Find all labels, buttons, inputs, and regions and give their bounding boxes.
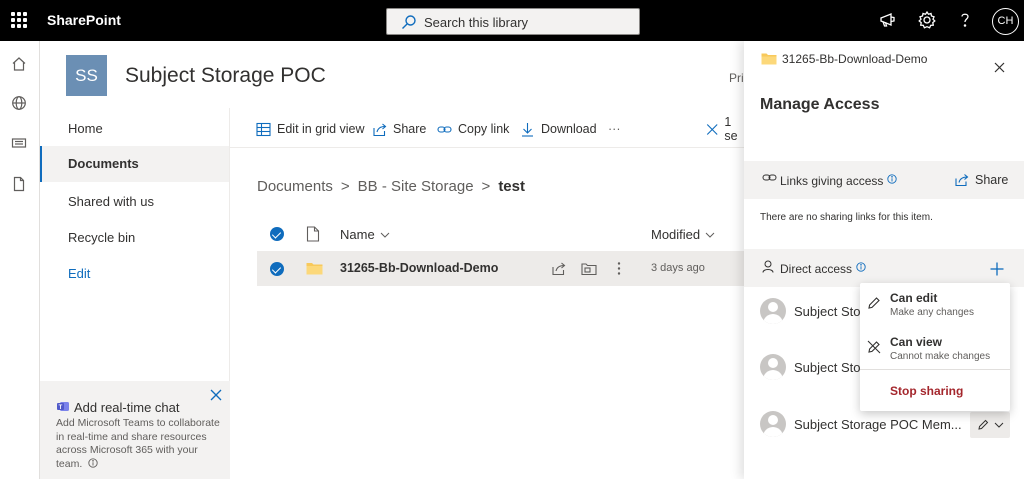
no-links-message: There are no sharing links for this item…: [760, 212, 933, 223]
panel-folder-name: 31265-Bb-Download-Demo: [782, 52, 928, 66]
teams-chat-card: T Add real-time chat Add Microsoft Teams…: [40, 381, 230, 479]
avatar: [760, 354, 786, 380]
nav-edit-link[interactable]: Edit: [40, 256, 229, 292]
svg-text:T: T: [59, 405, 63, 411]
copy-link-button[interactable]: Copy link: [437, 120, 509, 138]
edit-grid-view-button[interactable]: Edit in grid view: [256, 120, 365, 138]
menu-item-stop-sharing[interactable]: Stop sharing: [860, 379, 1010, 403]
megaphone-icon[interactable]: [878, 10, 898, 30]
table-row[interactable]: 31265-Bb-Download-Demo 3 days ago: [257, 251, 744, 286]
download-button[interactable]: Download: [520, 120, 597, 138]
chat-card-body: Add Microsoft Teams to collaborate in re…: [56, 417, 220, 470]
breadcrumb-site-storage[interactable]: BB - Site Storage: [358, 178, 474, 195]
select-all-checkbox[interactable]: [270, 227, 284, 241]
breadcrumb: Documents > BB - Site Storage > test: [257, 178, 525, 195]
link-icon: [762, 174, 777, 181]
selection-status[interactable]: 1 se: [706, 115, 744, 143]
command-bar: Edit in grid view Share Copy link Downlo…: [230, 108, 744, 148]
modified-date: 3 days ago: [651, 262, 705, 274]
document-icon[interactable]: [11, 176, 27, 192]
nav-item-home[interactable]: Home: [40, 111, 229, 147]
site-logo[interactable]: SS: [66, 55, 107, 96]
permission-dropdown[interactable]: [970, 412, 1010, 438]
avatar: [760, 411, 786, 437]
user-avatar[interactable]: CH: [992, 8, 1019, 35]
search-icon: [402, 15, 416, 29]
info-icon[interactable]: [887, 174, 897, 184]
folder-icon: [306, 263, 323, 275]
modified-column-header[interactable]: Modified: [651, 227, 715, 242]
file-name[interactable]: 31265-Bb-Download-Demo: [340, 261, 498, 275]
clear-selection-icon: [706, 123, 718, 135]
close-icon[interactable]: [994, 62, 1005, 73]
help-icon[interactable]: [955, 10, 975, 30]
news-icon[interactable]: [11, 135, 27, 151]
close-chat-card-icon[interactable]: [210, 389, 222, 401]
direct-access-header: Direct access: [744, 249, 1024, 287]
link-icon: [437, 125, 452, 133]
share-icon: [373, 123, 387, 136]
search-input[interactable]: Search this library: [386, 8, 640, 35]
grid-icon: [256, 122, 271, 136]
privacy-label: Pri: [729, 71, 744, 85]
more-options-icon[interactable]: [616, 261, 622, 276]
search-placeholder: Search this library: [424, 15, 529, 30]
settings-gear-icon[interactable]: [917, 10, 937, 30]
list-item[interactable]: Subject Storage POC Mem...: [760, 409, 1000, 439]
row-checkbox[interactable]: [270, 262, 284, 276]
nav-item-documents[interactable]: Documents: [40, 146, 229, 182]
share-button[interactable]: Share: [372, 120, 426, 138]
file-type-icon: [306, 226, 320, 242]
more-commands-button[interactable]: ···: [608, 120, 621, 138]
globe-icon[interactable]: [11, 95, 27, 111]
breadcrumb-current: test: [498, 178, 525, 195]
pencil-icon: [868, 297, 880, 309]
site-title[interactable]: Subject Storage POC: [125, 64, 326, 88]
links-section-header: Links giving access Share: [744, 161, 1024, 199]
menu-item-can-view[interactable]: Can view Cannot make changes: [860, 333, 1010, 371]
no-edit-icon: [867, 340, 881, 354]
app-rail: [0, 41, 40, 479]
chevron-down-icon: [380, 232, 390, 238]
breadcrumb-separator: >: [340, 178, 350, 195]
person-name: Subject Stor: [794, 304, 865, 319]
panel-share-button[interactable]: Share: [954, 173, 1008, 187]
avatar: [760, 298, 786, 324]
share-icon[interactable]: [551, 261, 566, 276]
pencil-icon: [978, 419, 989, 430]
activity-icon[interactable]: [581, 261, 597, 276]
person-name: Subject Storage POC Mem...: [794, 417, 962, 432]
add-icon[interactable]: [990, 262, 1004, 276]
menu-divider: [860, 369, 1010, 370]
person-icon: [762, 260, 774, 273]
chevron-down-icon: [705, 232, 715, 238]
nav-item-shared-with-us[interactable]: Shared with us: [40, 184, 229, 220]
menu-item-can-edit[interactable]: Can edit Make any changes: [860, 289, 1010, 327]
direct-access-label: Direct access: [780, 262, 853, 276]
list-header: Name Modified: [257, 220, 744, 248]
chevron-down-icon: [994, 422, 1004, 428]
folder-icon: [761, 53, 777, 65]
person-name: Subject Stor: [794, 360, 865, 375]
teams-icon: T: [57, 402, 69, 411]
manage-access-panel: 31265-Bb-Download-Demo Manage Access Lin…: [744, 41, 1024, 479]
share-icon: [955, 174, 969, 187]
nav-item-recycle-bin[interactable]: Recycle bin: [40, 220, 229, 256]
home-icon[interactable]: [11, 56, 27, 72]
links-header-label: Links giving access: [780, 174, 884, 188]
name-column-header[interactable]: Name: [340, 227, 390, 242]
panel-title: Manage Access: [760, 96, 880, 113]
permission-menu: Can edit Make any changes Can view Canno…: [860, 283, 1010, 411]
app-name[interactable]: SharePoint: [47, 12, 121, 28]
app-launcher-icon[interactable]: [10, 11, 28, 29]
download-icon: [522, 122, 533, 137]
info-icon[interactable]: [856, 262, 866, 272]
chat-card-title: Add real-time chat: [74, 400, 180, 415]
info-icon[interactable]: [88, 457, 98, 468]
suite-bar: SharePoint Search this library CH: [0, 0, 1024, 41]
breadcrumb-documents[interactable]: Documents: [257, 178, 333, 195]
breadcrumb-separator: >: [481, 178, 491, 195]
